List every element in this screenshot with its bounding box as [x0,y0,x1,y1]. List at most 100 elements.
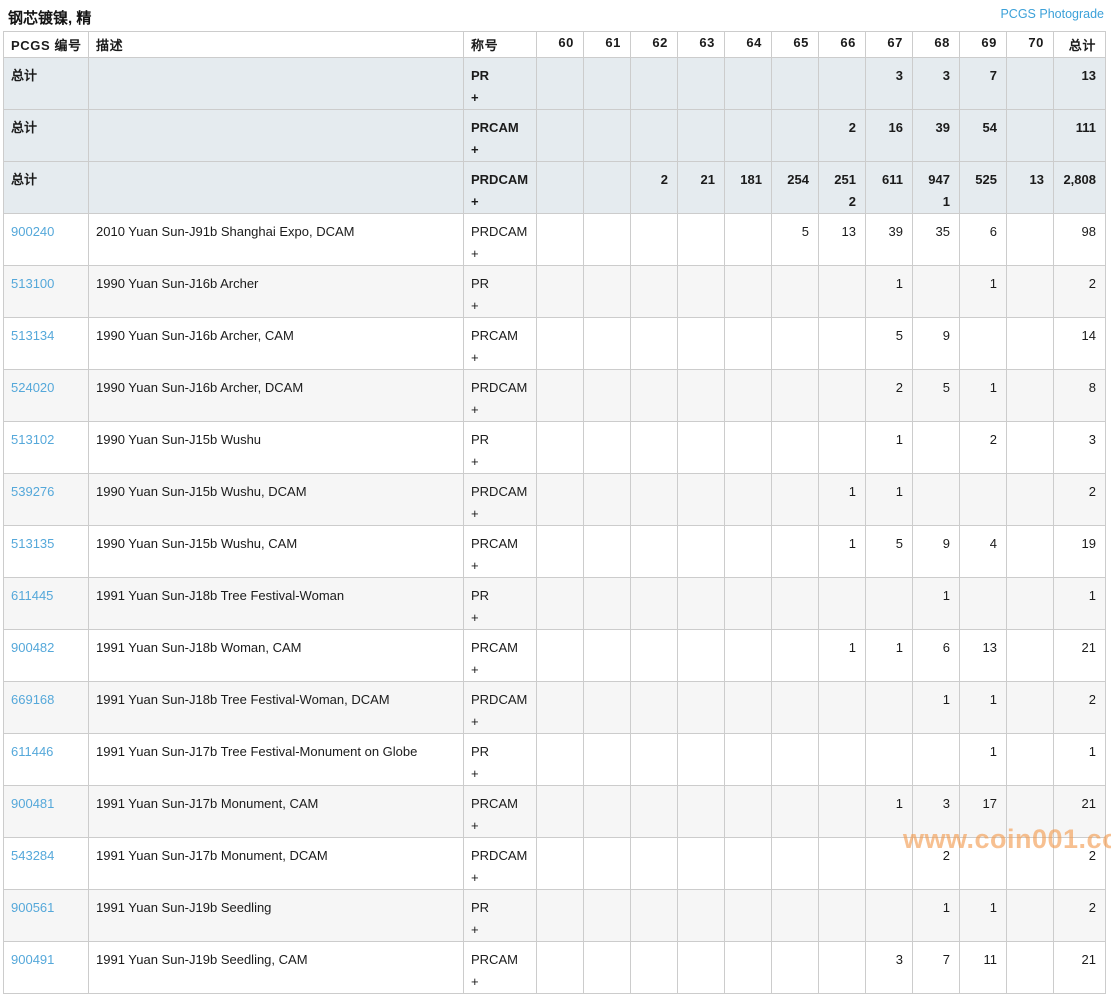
designation: PRDCAM [471,224,528,239]
grade-count-cell [818,941,866,994]
pcgs-number-link[interactable]: 513134 [11,328,54,343]
table-row: 900482 1991 Yuan Sun-J18b Woman, CAM PRCAM… [3,629,1106,682]
grade-count-cell [630,369,678,422]
pcgs-number-link[interactable]: 900481 [11,796,54,811]
pcgs-number-link[interactable]: 669168 [11,692,54,707]
designation-plus: + [471,402,479,417]
grade-count-cell [1006,941,1054,994]
pcgs-number-link[interactable]: 900491 [11,952,54,967]
grade-count-cell [583,785,631,838]
grade-count-cell: 35 [912,213,960,266]
designation-cell: PRDCAM + [463,161,537,214]
designation-plus: + [471,194,479,209]
pcgs-number-link[interactable]: 524020 [11,380,54,395]
grade-count-cell [1006,733,1054,786]
pcgs-number-link[interactable]: 513102 [11,432,54,447]
grade-count-cell [771,785,819,838]
grade-count-cell: 11 [959,941,1007,994]
pcgs-number-cell: 900561 [3,889,89,942]
grade-count-cell: 1 [865,265,913,318]
pcgs-number-link[interactable]: 900482 [11,640,54,655]
grade-count-cell [583,941,631,994]
pcgs-number-link[interactable]: 513135 [11,536,54,551]
grade-count-cell [630,577,678,630]
grade-count-cell [1006,837,1054,890]
total-label: 总计 [11,172,38,187]
column-header: 69 [959,31,1007,58]
pcgs-number-cell: 900481 [3,785,89,838]
pcgs-number-link[interactable]: 611445 [11,588,53,603]
pcgs-number-cell: 总计 [3,161,89,214]
grade-count-cell [724,733,772,786]
coin-description: 1990 Yuan Sun-J16b Archer [88,265,464,318]
grade-count-cell [536,733,584,786]
grade-count-cell [583,733,631,786]
designation-cell: PRCAM + [463,941,537,994]
row-total-cell: 8 [1053,369,1106,422]
grade-count-cell [912,733,960,786]
column-header: 63 [677,31,725,58]
grade-count-cell: 1 [912,577,960,630]
grade-count-cell [630,317,678,370]
grade-count-cell [1006,421,1054,474]
pcgs-number-link[interactable]: 543284 [11,848,54,863]
column-header: 68 [912,31,960,58]
pcgs-number-link[interactable]: 611446 [11,744,53,759]
column-header: 62 [630,31,678,58]
pcgs-number-cell: 669168 [3,681,89,734]
grade-count-cell [630,109,678,162]
pcgs-number-link[interactable]: 900561 [11,900,54,915]
grade-count-cell [771,941,819,994]
designation-plus: + [471,246,479,261]
grade-count-cell [912,473,960,526]
grade-count-cell: 5 [771,213,819,266]
total-row: 总计 PRCAM +2 16 39 54 111 [3,109,1106,162]
designation-plus: + [471,506,479,521]
grade-count-cell [536,577,584,630]
grade-count-cell [536,473,584,526]
grade-count-cell [771,889,819,942]
pcgs-number-link[interactable]: 513100 [11,276,54,291]
designation-cell: PRCAM + [463,629,537,682]
designation-cell: PR + [463,265,537,318]
grade-count-cell [677,265,725,318]
table-row: 524020 1990 Yuan Sun-J16b Archer, DCAM PRD… [3,369,1106,422]
pcgs-number-cell: 543284 [3,837,89,890]
table-row: 539276 1990 Yuan Sun-J15b Wushu, DCAM PRDC… [3,473,1106,526]
row-total-cell: 98 [1053,213,1106,266]
row-total-cell: 2 [1053,473,1106,526]
grade-count-cell [724,785,772,838]
grade-count-cell [583,421,631,474]
grade-count-cell [536,421,584,474]
grade-count-cell [771,733,819,786]
pcgs-number-cell: 900482 [3,629,89,682]
grade-count-cell [724,265,772,318]
table-row: 900481 1991 Yuan Sun-J17b Monument, CAM PR… [3,785,1106,838]
grade-count-cell: 1 [865,473,913,526]
column-header: 称号 [463,31,537,58]
grade-count-cell [630,421,678,474]
row-total-cell: 2,808 [1053,161,1106,214]
grade-count-cell [818,837,866,890]
photograde-link[interactable]: PCGS Photograde [1000,7,1104,21]
pcgs-number-link[interactable]: 539276 [11,484,54,499]
grade-count-cell [771,369,819,422]
grade-count-cell [677,317,725,370]
grade-count-cell [536,941,584,994]
grade-count-cell [583,889,631,942]
grade-count-cell: 3 [912,785,960,838]
grade-count-cell [1006,525,1054,578]
grade-count-cell: 1 [959,733,1007,786]
row-total-cell: 13 [1053,57,1106,110]
grade-count-cell [771,629,819,682]
designation-cell: PRCAM + [463,525,537,578]
grade-count-cell: 5 [865,317,913,370]
column-header: 66 [818,31,866,58]
pcgs-number-link[interactable]: 900240 [11,224,54,239]
column-header: 60 [536,31,584,58]
designation-cell: PR + [463,57,537,110]
grade-count-cell [630,785,678,838]
designation: PR [471,900,490,915]
coin-description: 1991 Yuan Sun-J19b Seedling, CAM [88,941,464,994]
designation-plus: + [471,90,479,105]
